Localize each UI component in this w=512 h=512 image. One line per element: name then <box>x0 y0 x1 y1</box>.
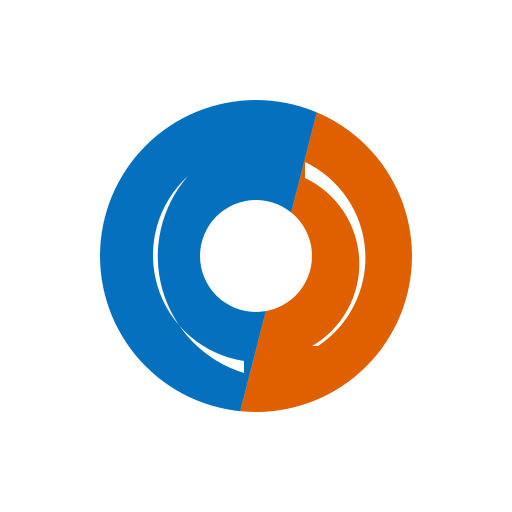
logo-icon <box>0 100 512 412</box>
logo-canvas <box>0 0 512 512</box>
logo-ring <box>0 100 512 412</box>
